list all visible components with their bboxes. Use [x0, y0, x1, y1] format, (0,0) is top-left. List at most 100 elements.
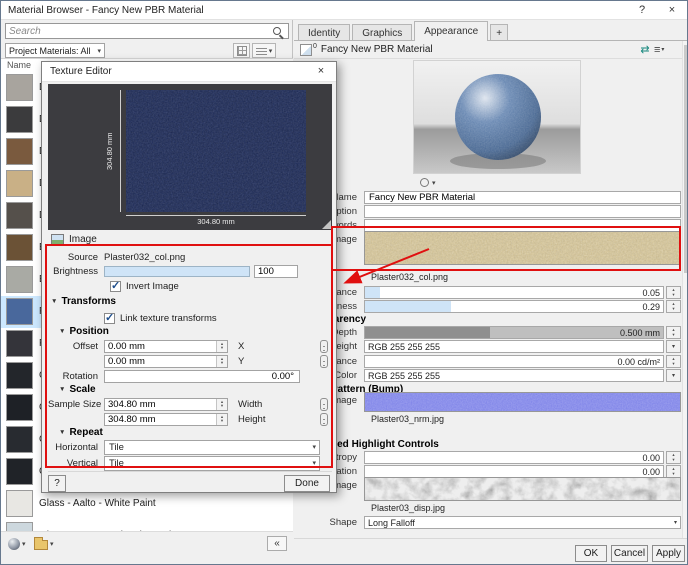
anisotropy-value: 0.00 — [642, 452, 660, 463]
spinner[interactable] — [666, 300, 681, 313]
offset-x-input[interactable] — [105, 340, 227, 352]
repeat-section-header[interactable]: Repeat — [59, 427, 102, 438]
invert-image-label: Invert Image — [126, 280, 179, 292]
link-transforms-checkbox[interactable] — [104, 311, 115, 324]
source-value[interactable]: Plaster032_col.png — [104, 252, 185, 263]
material-browser-window: Material Browser - Fancy New PBR Materia… — [0, 0, 688, 565]
link-chain-icon[interactable] — [320, 339, 328, 353]
keywords-input[interactable] — [368, 220, 677, 231]
vertical-repeat-dropdown[interactable]: Tile — [104, 455, 320, 471]
tab-add-button[interactable]: + — [490, 24, 509, 41]
position-section-header[interactable]: Position — [59, 326, 108, 337]
window-help-button[interactable]: ? — [627, 1, 657, 19]
depth-slider[interactable]: 0.500 mm — [364, 326, 664, 339]
luminance-field[interactable]: 0.00 cd/m² — [364, 355, 664, 368]
done-button[interactable]: Done — [284, 475, 330, 492]
preview-scene-button[interactable]: ▾ — [420, 178, 436, 187]
sample-height-field[interactable] — [104, 412, 228, 426]
tab-appearance[interactable]: Appearance — [414, 21, 489, 41]
name-input[interactable] — [368, 192, 677, 203]
link-chain-icon[interactable] — [320, 412, 328, 426]
project-materials-dropdown[interactable]: Project Materials: All ▾ — [5, 43, 105, 58]
sample-height-input[interactable] — [105, 413, 227, 425]
reflectance-slider[interactable]: 0.05 — [364, 286, 664, 299]
name-field[interactable] — [364, 191, 681, 204]
sample-width-input[interactable] — [105, 398, 227, 410]
offset-y-field[interactable] — [104, 354, 228, 368]
transforms-section-header[interactable]: Transforms — [51, 296, 115, 307]
image-section-header[interactable]: Image — [51, 234, 97, 245]
cancel-button[interactable]: Cancel — [611, 545, 648, 562]
view-list-button[interactable]: ▾ — [252, 43, 276, 58]
weight-color-field[interactable]: RGB 255 255 255 — [364, 340, 664, 353]
texture-image[interactable] — [126, 90, 306, 212]
spinner[interactable] — [666, 451, 681, 464]
rotation-field[interactable] — [104, 369, 300, 383]
rotation-input[interactable] — [105, 370, 299, 382]
offset-x-field[interactable] — [104, 339, 228, 353]
color-image-swatch[interactable] — [364, 231, 681, 265]
spinner[interactable] — [216, 355, 227, 367]
disp-image-row: Image — [298, 477, 681, 501]
filter-color-field[interactable]: RGB 255 255 255 — [364, 369, 664, 382]
tab-identity[interactable]: Identity — [298, 24, 351, 41]
link-chain-icon[interactable] — [320, 397, 328, 411]
window-close-button[interactable]: × — [657, 1, 687, 19]
brightness-slider[interactable] — [104, 265, 250, 277]
roughness-slider[interactable]: 0.29 — [364, 300, 664, 313]
height-dimension-label: 304.80 mm — [105, 132, 114, 170]
view-grid-button[interactable] — [233, 43, 250, 58]
spinner[interactable] — [216, 340, 227, 352]
description-input[interactable] — [368, 206, 677, 217]
description-field[interactable] — [364, 205, 681, 218]
collapse-arrow-icon — [59, 328, 65, 335]
close-icon[interactable] — [306, 62, 336, 81]
create-material-button[interactable]: ▾ — [5, 536, 29, 552]
tab-graphics[interactable]: Graphics — [352, 24, 413, 41]
collapse-arrow-icon — [59, 386, 65, 393]
color-dropdown-button[interactable] — [666, 369, 681, 382]
scale-section-header[interactable]: Scale — [59, 384, 95, 395]
sample-width-field[interactable] — [104, 397, 228, 411]
scope-label: Project Materials: All — [9, 45, 91, 56]
source-label: Source — [67, 251, 98, 263]
brightness-input[interactable] — [255, 265, 297, 277]
source-row: Source Plaster032_col.png — [48, 250, 332, 264]
spinner[interactable] — [666, 326, 681, 339]
link-chain-icon[interactable] — [320, 354, 328, 368]
brightness-value-field[interactable] — [254, 264, 298, 278]
material-preview[interactable] — [413, 60, 581, 174]
asset-menu-icon[interactable] — [654, 44, 674, 56]
anisotropy-field[interactable]: 0.00 — [364, 451, 664, 464]
spinner[interactable] — [666, 355, 681, 368]
scrollbar-thumb[interactable] — [684, 45, 687, 273]
swap-asset-icon[interactable] — [636, 43, 654, 56]
offset-y-input[interactable] — [105, 355, 227, 367]
shape-dropdown[interactable]: Long Falloff ▾ — [364, 516, 681, 529]
list-header-name[interactable]: Name — [7, 60, 31, 70]
spinner[interactable] — [216, 398, 227, 410]
link-transforms-label: Link texture transforms — [120, 312, 217, 324]
color-dropdown-button[interactable] — [666, 340, 681, 353]
help-button[interactable]: ? — [48, 475, 66, 492]
vertical-scrollbar[interactable] — [682, 41, 687, 539]
collapse-panel-button[interactable] — [267, 536, 287, 551]
ok-button[interactable]: OK — [575, 545, 607, 562]
chevron-down-icon: ▾ — [673, 520, 677, 526]
horizontal-repeat-dropdown[interactable]: Tile — [104, 439, 320, 455]
apply-button[interactable]: Apply — [652, 545, 685, 562]
open-library-button[interactable]: ▾ — [31, 536, 57, 552]
search-input[interactable] — [6, 25, 273, 37]
material-thumbnail — [6, 458, 33, 485]
spinner[interactable] — [666, 286, 681, 299]
spinner[interactable] — [216, 413, 227, 425]
material-list-item[interactable]: Glass - Copper Industries - Glass — [1, 520, 293, 531]
offset-y-row: Y — [48, 354, 332, 368]
sample-width-row: Sample Size Width — [48, 397, 332, 411]
resize-handle[interactable] — [322, 220, 331, 229]
bump-image-swatch[interactable] — [364, 392, 681, 412]
invert-image-checkbox[interactable] — [110, 279, 121, 292]
texture-editor-titlebar[interactable]: Texture Editor — [42, 62, 336, 82]
vertical-label: Vertical — [66, 457, 98, 469]
disp-image-swatch[interactable] — [364, 477, 681, 501]
